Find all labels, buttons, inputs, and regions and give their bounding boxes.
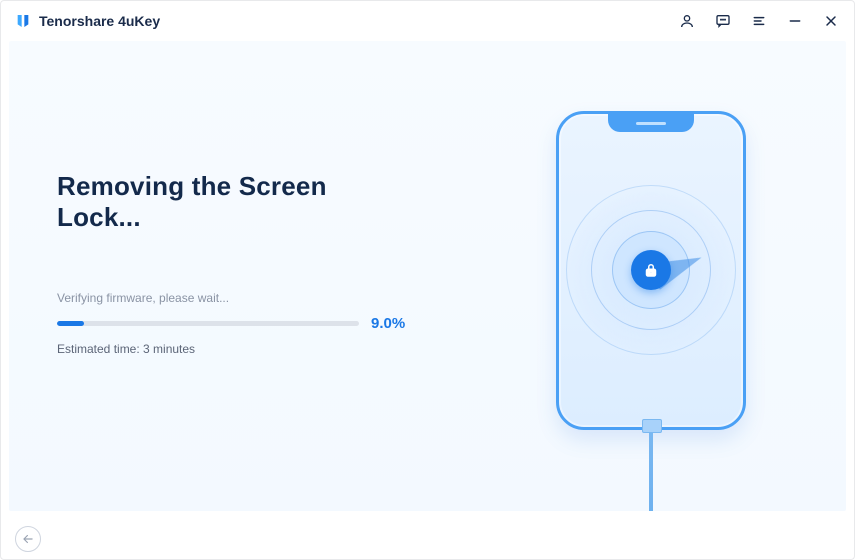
feedback-icon[interactable] — [714, 12, 732, 30]
back-button[interactable] — [15, 526, 41, 552]
phone-body — [556, 111, 746, 430]
progress-row: 9.0% — [57, 315, 417, 332]
estimated-time: Estimated time: 3 minutes — [57, 342, 417, 356]
footer — [1, 519, 854, 559]
app-logo-icon — [15, 13, 31, 29]
phone-cable — [649, 428, 653, 511]
account-icon[interactable] — [678, 12, 696, 30]
progress-fill — [57, 321, 84, 326]
radar-rings — [566, 185, 736, 355]
progress-percent: 9.0% — [371, 315, 417, 332]
progress-bar — [57, 321, 359, 326]
phone-illustration — [546, 111, 756, 511]
titlebar: Tenorshare 4uKey — [1, 1, 854, 41]
close-icon[interactable] — [822, 12, 840, 30]
titlebar-right — [678, 12, 840, 30]
app-window: Tenorshare 4uKey Removing the Screen Loc… — [0, 0, 855, 560]
progress-panel: Removing the Screen Lock... Verifying fi… — [57, 171, 417, 356]
page-title: Removing the Screen Lock... — [57, 171, 417, 233]
minimize-icon[interactable] — [786, 12, 804, 30]
phone-notch — [608, 114, 694, 132]
menu-icon[interactable] — [750, 12, 768, 30]
app-title: Tenorshare 4uKey — [39, 13, 160, 29]
lock-icon — [631, 250, 671, 290]
titlebar-left: Tenorshare 4uKey — [15, 13, 160, 29]
content-area: Removing the Screen Lock... Verifying fi… — [9, 41, 846, 511]
status-text: Verifying firmware, please wait... — [57, 291, 417, 305]
